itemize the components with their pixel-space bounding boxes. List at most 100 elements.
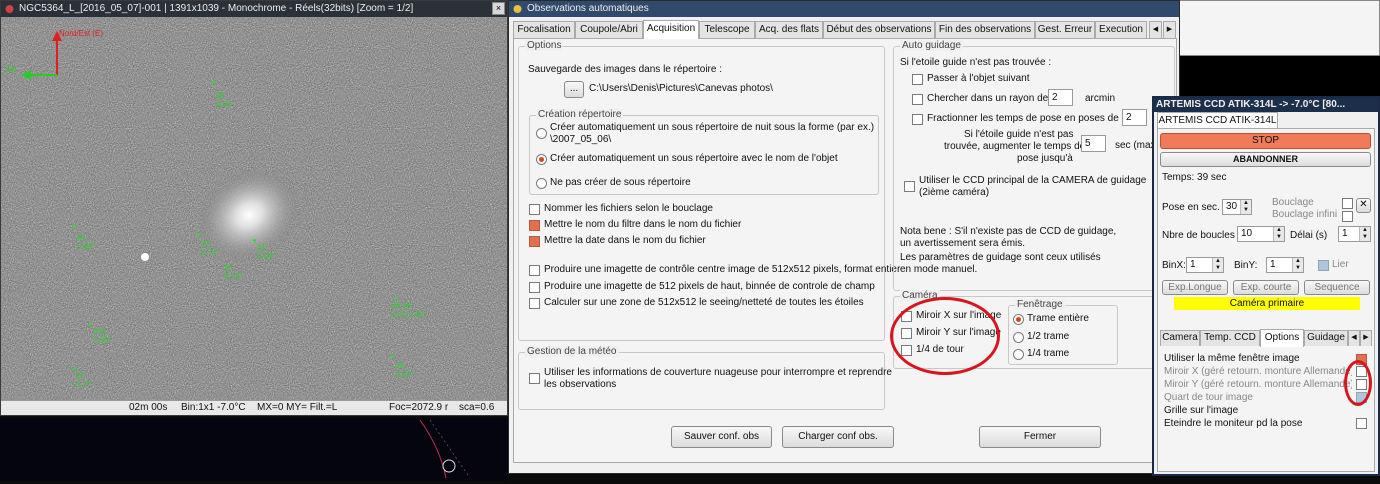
cb-meteo[interactable] bbox=[529, 373, 540, 384]
nbre-boucles-value: 10 bbox=[1241, 228, 1253, 239]
ccd-titlebar[interactable]: ARTEMIS CCD ATIK-314L -> -7.0°C [80... bbox=[1154, 98, 1378, 112]
tab-camera[interactable]: Camera bbox=[1160, 330, 1200, 346]
pose-value: 30 bbox=[1226, 201, 1238, 212]
guide-note-2: un avertissement sera émis. bbox=[900, 238, 1026, 249]
status-sca: sca=0.6 bbox=[459, 402, 495, 413]
cb-search-radius[interactable] bbox=[912, 94, 923, 105]
cb-thumb-center[interactable] bbox=[529, 265, 540, 276]
tab-temp-ccd[interactable]: Temp. CCD bbox=[1200, 330, 1260, 346]
spinner-arrows-icon[interactable]: ▲ ▼ bbox=[1240, 200, 1251, 214]
radius-unit: arcmin bbox=[1085, 93, 1116, 104]
radio-night-dir[interactable] bbox=[536, 128, 547, 139]
save-path-field[interactable]: C:\Users\Denis\Pictures\Canevas photos\ bbox=[586, 82, 876, 98]
fraction-field[interactable]: 2 bbox=[1122, 109, 1147, 126]
cb-main-ccd-guide[interactable] bbox=[904, 181, 915, 192]
star-marker[interactable] bbox=[73, 367, 76, 370]
exp-courte-button[interactable]: Exp. courte bbox=[1233, 280, 1299, 295]
cb-name-loop[interactable] bbox=[529, 204, 540, 215]
cb-bouclage[interactable] bbox=[1342, 198, 1353, 209]
save-config-button[interactable]: Sauver conf. obs bbox=[671, 426, 772, 448]
status-foc: Foc=2072.9 r bbox=[389, 402, 449, 413]
tab-scroll-left-icon[interactable]: ◀ bbox=[1149, 21, 1162, 38]
subtab-scroll-right-icon[interactable]: ▶ bbox=[1360, 330, 1372, 346]
tab-options[interactable]: Options bbox=[1260, 329, 1304, 347]
status-time: 02m 00s bbox=[129, 402, 168, 413]
cb-bouclage-infini[interactable] bbox=[1342, 211, 1353, 222]
tab-acquisition[interactable]: Acquisition bbox=[643, 20, 699, 39]
search-radius-field[interactable]: 2 bbox=[1048, 89, 1073, 106]
radio-no-dir[interactable] bbox=[536, 178, 547, 189]
creation-legend: Création répertoire bbox=[536, 109, 624, 120]
delai-spinner[interactable]: 1 ▲ ▼ bbox=[1338, 226, 1371, 242]
star-marker[interactable] bbox=[212, 81, 215, 84]
guide-increase-text-2: trouvée, augmenter le temps de bbox=[944, 141, 1086, 152]
tab-ccd-device[interactable]: ARTEMIS CCD ATIK-314L bbox=[1157, 112, 1278, 128]
cb-seeing[interactable] bbox=[529, 298, 540, 309]
autoguide-legend: Auto guidage bbox=[900, 40, 963, 51]
cb-filter-name-label: Mettre le nom du filtre dans le nom du f… bbox=[544, 219, 742, 230]
close-x-icon[interactable]: ✕ bbox=[1356, 198, 1371, 213]
tab-coupole[interactable]: Coupole/Abri bbox=[575, 21, 643, 38]
star-marker[interactable] bbox=[73, 225, 76, 228]
spinner-arrows-icon[interactable]: ▲ ▼ bbox=[1212, 258, 1223, 272]
cb-next-object[interactable] bbox=[912, 74, 923, 85]
cb-next-object-label: Passer à l'objet suivant bbox=[927, 73, 1030, 84]
nbre-boucles-spinner[interactable]: 10 ▲ ▼ bbox=[1237, 226, 1285, 242]
star-marker[interactable] bbox=[253, 239, 256, 242]
tab-telescope[interactable]: Telescope bbox=[699, 21, 755, 38]
close-button[interactable]: Fermer bbox=[979, 426, 1101, 448]
abandon-button[interactable]: ABANDONNER bbox=[1160, 152, 1371, 167]
cb-thumb-field[interactable] bbox=[529, 282, 540, 293]
radio-quarter-frame[interactable] bbox=[1013, 349, 1024, 360]
radio-half-frame-label: 1/2 trame bbox=[1027, 331, 1070, 342]
biny-spinner[interactable]: 1 ▲ ▼ bbox=[1266, 257, 1304, 273]
image-window-titlebar[interactable]: NGC5364_L_[2016_05_07]-001 | 1391x1039 -… bbox=[1, 1, 507, 17]
spinner-arrows-icon[interactable]: ▲ ▼ bbox=[1359, 227, 1370, 241]
spinner-arrows-icon[interactable]: ▲ ▼ bbox=[1273, 227, 1284, 241]
radio-full-frame[interactable] bbox=[1013, 314, 1024, 325]
load-config-button[interactable]: Charger conf obs. bbox=[782, 426, 894, 448]
astro-image[interactable]: Nord/Est (E) (N) #4 0.00" #1 0.00" #2 0.74"… bbox=[1, 17, 507, 401]
radio-half-frame[interactable] bbox=[1013, 332, 1024, 343]
browse-button[interactable]: ... bbox=[564, 81, 584, 98]
tab-fin-observations[interactable]: Fin des observations bbox=[935, 21, 1035, 38]
exp-longue-button[interactable]: Exp.Longue bbox=[1162, 280, 1228, 295]
cb-fraction[interactable] bbox=[912, 114, 923, 125]
binx-value: 1 bbox=[1190, 259, 1196, 270]
tab-debut-observations[interactable]: Début des observations bbox=[823, 21, 935, 38]
radio-quarter-frame-label: 1/4 trame bbox=[1027, 348, 1070, 359]
stop-button[interactable]: STOP bbox=[1160, 133, 1371, 149]
cb-monitor-off[interactable] bbox=[1356, 418, 1367, 429]
close-icon[interactable]: × bbox=[492, 2, 505, 15]
cb-main-ccd-guide-label: Utiliser le CCD principal de la CAMERA d… bbox=[919, 175, 1147, 186]
cb-seeing-label: Calculer sur une zone de 512x512 le seei… bbox=[544, 297, 864, 308]
radio-object-dir[interactable] bbox=[536, 154, 547, 165]
opt-quarter-turn-label: Quart de tour image bbox=[1164, 392, 1253, 403]
observations-title: Observations automatiques bbox=[527, 3, 649, 14]
max-exposure-field[interactable]: 5 bbox=[1081, 135, 1106, 152]
cb-filter-name[interactable] bbox=[529, 220, 540, 231]
star-marker[interactable] bbox=[395, 297, 398, 300]
tab-focalisation[interactable]: Focalisation bbox=[513, 21, 575, 38]
camera-primaire-banner: Caméra primaire bbox=[1174, 297, 1360, 310]
exposure-time-status: Temps: 39 sec bbox=[1162, 172, 1227, 183]
star-marker[interactable] bbox=[391, 355, 394, 358]
star-marker[interactable] bbox=[197, 233, 200, 236]
sequence-button[interactable]: Sequence bbox=[1304, 280, 1370, 295]
pose-spinner[interactable]: 30 ▲ ▼ bbox=[1222, 199, 1252, 215]
cb-date-name[interactable] bbox=[529, 236, 540, 247]
observations-titlebar[interactable]: Observations automatiques bbox=[509, 1, 1179, 17]
bright-star bbox=[141, 253, 149, 261]
tab-execution[interactable]: Execution bbox=[1095, 21, 1147, 38]
tab-gest-erreur[interactable]: Gest. Erreur bbox=[1035, 21, 1095, 38]
tab-guidage[interactable]: Guidage bbox=[1304, 330, 1348, 346]
cb-lier[interactable] bbox=[1318, 260, 1329, 271]
opt-mirror-x-label: Miroir X (géré retourn. monture Allemand… bbox=[1164, 366, 1352, 377]
north-label: Nord/Est (E) bbox=[59, 29, 104, 38]
subtab-scroll-left-icon[interactable]: ◀ bbox=[1348, 330, 1360, 346]
star-marker[interactable] bbox=[89, 323, 92, 326]
tab-scroll-right-icon[interactable]: ▶ bbox=[1163, 21, 1176, 38]
binx-spinner[interactable]: 1 ▲ ▼ bbox=[1186, 257, 1224, 273]
tab-acq-flats[interactable]: Acq. des flats bbox=[755, 21, 823, 38]
spinner-arrows-icon[interactable]: ▲ ▼ bbox=[1292, 258, 1303, 272]
